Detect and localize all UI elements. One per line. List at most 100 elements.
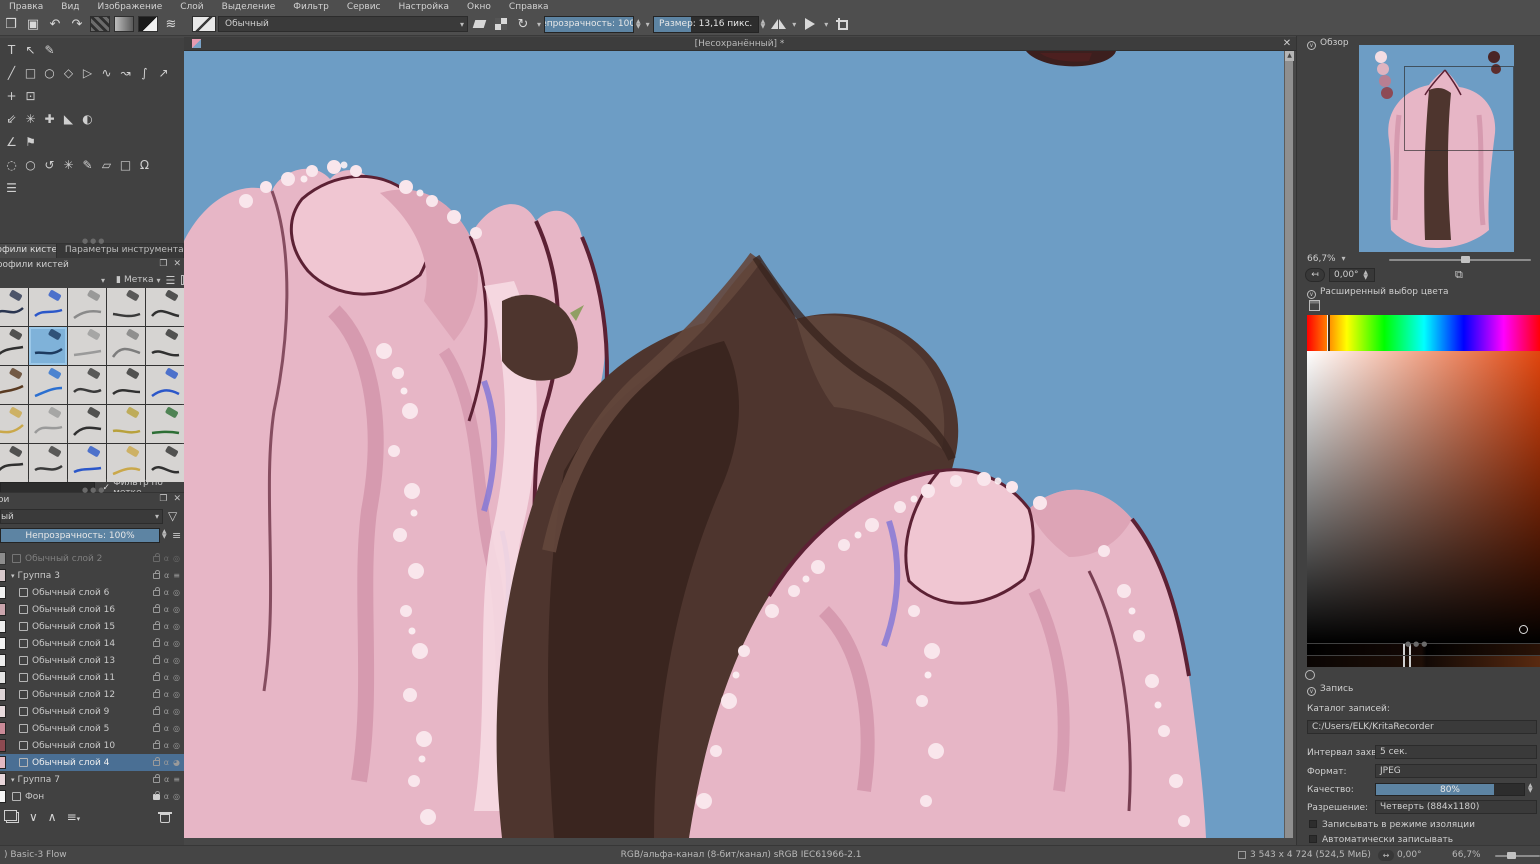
menu-item-слой[interactable]: Слой (171, 2, 212, 12)
shade-selector-row2[interactable] (1307, 656, 1540, 667)
brush-preset-tile[interactable] (0, 444, 28, 482)
edit-brush-settings-button[interactable] (192, 16, 216, 32)
color-selector-settings-icon[interactable] (1309, 300, 1320, 311)
docker-drag-handle[interactable]: ●●● (82, 237, 106, 245)
polygon-tool-icon[interactable]: ◇ (59, 61, 78, 84)
brush-preset-tile[interactable] (29, 366, 67, 404)
multibrush-tool-icon[interactable]: ↗ (154, 61, 173, 84)
wrap-around-icon[interactable] (799, 15, 821, 33)
save-file-icon[interactable]: ▣ (22, 15, 44, 33)
layer-properties-icon[interactable]: ◎ (173, 690, 180, 699)
layer-row[interactable]: Обычный слой 9α◎ (0, 703, 184, 720)
group-expand-icon[interactable]: ▾ (11, 572, 15, 580)
reload-preset-icon[interactable]: ↻ (512, 15, 534, 33)
color-sampler-tool-icon[interactable]: ⇙ (2, 107, 21, 130)
brush-preset-tile[interactable] (0, 405, 28, 443)
docker-drag-handle[interactable]: ●●● (82, 486, 106, 494)
brush-preset-tile[interactable] (68, 327, 106, 365)
brush-preset-tile[interactable] (146, 288, 184, 326)
chevron-down-icon[interactable]: ▾ (98, 276, 108, 285)
layers-menu-icon[interactable]: ≡ (172, 529, 181, 542)
brush-preset-tile[interactable] (146, 405, 184, 443)
canvas[interactable] (184, 51, 1284, 838)
layer-row[interactable]: Обычный слой 5α◎ (0, 720, 184, 737)
lock-layer-icon[interactable] (153, 726, 160, 732)
brush-preset-tile[interactable] (29, 288, 67, 326)
docker-collapse-icon[interactable]: ∨ (1307, 687, 1316, 696)
close-docker-icon[interactable]: ✕ (173, 494, 181, 504)
lock-layer-icon[interactable] (153, 573, 160, 579)
outline-select-tool-icon[interactable]: ○ (21, 153, 40, 176)
menu-item-справка[interactable]: Справка (500, 2, 558, 12)
lock-layer-icon[interactable] (153, 607, 160, 613)
alpha-lock-icon[interactable]: α (164, 622, 169, 631)
layer-properties-icon[interactable]: ◎ (173, 656, 180, 665)
brush-preset-tile[interactable] (146, 327, 184, 365)
line-tool-icon[interactable]: ╱ (2, 61, 21, 84)
quality-spinner[interactable]: ▲▼ (1526, 783, 1535, 793)
brush-preset-tile[interactable] (0, 366, 28, 404)
recorder-resolution-dropdown[interactable]: Четверть (884x1180) (1375, 800, 1537, 814)
measure-tool-icon[interactable]: ∠ (2, 130, 21, 153)
move-layer-down-icon[interactable]: ∨ (29, 810, 38, 824)
layer-properties-icon[interactable]: ◎ (173, 673, 180, 682)
recorder-auto-checkbox[interactable]: Автоматически записывать (1309, 835, 1453, 845)
layer-blend-mode-dropdown[interactable]: Обычный ▾ (0, 509, 163, 524)
layer-properties-icon[interactable]: ◎ (173, 588, 180, 597)
color-history-icon[interactable] (1305, 670, 1315, 680)
lock-layer-icon[interactable] (153, 556, 160, 562)
canvas-rotation-value[interactable]: 0,00° (1397, 850, 1422, 860)
alpha-lock-icon[interactable]: α (164, 588, 169, 597)
recorder-dir-field[interactable]: C:/Users/ELK/KritaRecorder (1307, 720, 1537, 734)
layer-row[interactable]: Обычный слой 4α◕ (0, 754, 184, 771)
brush-preset-tile[interactable] (68, 288, 106, 326)
ellipse-select-tool-icon[interactable]: ◌ (2, 153, 21, 176)
overview-zoom-value[interactable]: 66,7% ▾ (1307, 254, 1348, 264)
menu-item-фильтр[interactable]: Фильтр (284, 2, 338, 12)
gradient-chooser[interactable] (114, 16, 134, 32)
alpha-lock-icon[interactable]: α (164, 554, 169, 563)
fill-tool-icon[interactable]: ◣ (59, 107, 78, 130)
brush-preset-tile[interactable] (146, 444, 184, 482)
docker-collapse-icon[interactable]: ∨ (1307, 41, 1316, 50)
alpha-lock-icon[interactable]: α (164, 758, 169, 767)
lock-layer-icon[interactable] (153, 760, 160, 766)
zoom-slider[interactable] (1495, 855, 1540, 857)
alpha-lock-icon[interactable]: α (164, 639, 169, 648)
recorder-quality-slider[interactable]: 80% (1375, 783, 1525, 796)
magnetic-select-tool-icon[interactable]: Ω (135, 153, 154, 176)
polyline-tool-icon[interactable]: ▷ (78, 61, 97, 84)
lock-layer-icon[interactable] (153, 777, 160, 783)
close-docker-icon[interactable]: ✕ (173, 259, 181, 269)
layer-row[interactable]: Обычный слой 12α◎ (0, 686, 184, 703)
layer-properties-icon[interactable]: ≡ (173, 775, 180, 784)
lock-layer-icon[interactable] (153, 590, 160, 596)
brush-preset-tile[interactable] (146, 366, 184, 404)
reference-images-tool-icon[interactable]: ⚑ (21, 130, 40, 153)
alpha-lock-icon[interactable]: α (164, 605, 169, 614)
layer-properties-icon[interactable]: ◎ (173, 622, 180, 631)
lock-layer-icon[interactable] (153, 794, 160, 800)
alpha-lock-icon[interactable]: α (164, 724, 169, 733)
layer-properties-icon[interactable]: ◎ (173, 741, 180, 750)
fg-bg-color-chooser[interactable] (138, 16, 158, 32)
menu-item-настройка[interactable]: Настройка (390, 2, 459, 12)
rectangle-tool-icon[interactable]: □ (21, 61, 40, 84)
menu-item-окно[interactable]: Окно (458, 2, 500, 12)
layer-properties-icon[interactable]: ◕ (173, 758, 180, 767)
layer-row[interactable]: Обычный слой 14α◎ (0, 635, 184, 652)
canvas-rotation-icon[interactable]: ↔ (1378, 850, 1394, 861)
alpha-lock-icon[interactable]: α (164, 690, 169, 699)
delete-layer-icon[interactable] (160, 812, 170, 823)
preserve-alpha-icon[interactable] (490, 15, 512, 33)
close-document-icon[interactable]: ✕ (1278, 38, 1296, 49)
rotation-value-field[interactable]: 0,00° ▲▼ (1329, 268, 1375, 282)
layer-row[interactable]: ▾Группа 3α≡ (0, 567, 184, 584)
docker-collapse-icon[interactable]: ∨ (1307, 290, 1316, 299)
brush-preset-tile[interactable] (107, 327, 145, 365)
recorder-format-dropdown[interactable]: JPEG (1375, 764, 1537, 778)
workspace-chooser-icon[interactable]: ≋ (160, 15, 182, 33)
list-view-icon[interactable]: ☰ (165, 274, 175, 287)
brush-preset-tile[interactable] (68, 405, 106, 443)
assistants-tool-icon[interactable]: ✳ (21, 107, 40, 130)
